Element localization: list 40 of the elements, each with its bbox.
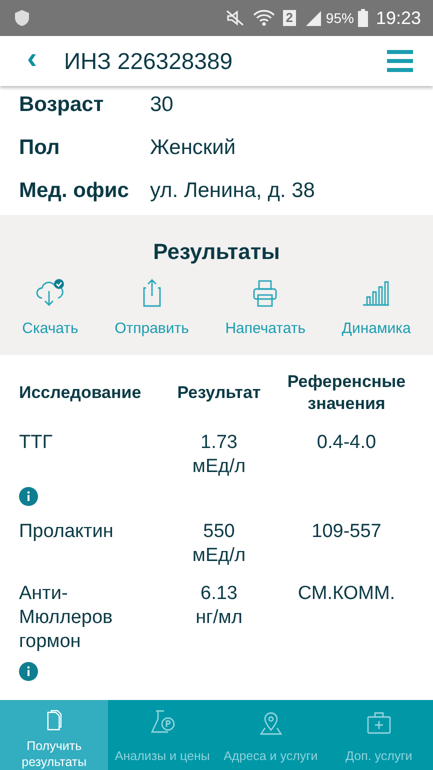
field-value: ул. Ленина, д. 38 (150, 178, 315, 204)
action-button[interactable]: Отправить (114, 278, 189, 340)
table-cell-text: 6.13 нг/мл (194, 582, 244, 630)
nav-tab[interactable]: Анализы и цены (108, 700, 216, 770)
clock: 19:23 (376, 6, 421, 30)
wifi-icon (252, 9, 275, 27)
battery-icon (358, 9, 368, 27)
page-title: ИНЗ 226328389 (64, 46, 233, 76)
column-header: Результат (176, 382, 262, 404)
table-cell-text: Пролактин (19, 520, 114, 544)
mute-icon (224, 10, 245, 26)
action-button[interactable]: Напечатать (225, 278, 306, 340)
shield-icon (12, 8, 32, 28)
info-icon[interactable] (19, 662, 38, 681)
back-button[interactable]: ‹ (20, 44, 44, 74)
nav-tab[interactable]: Доп. услуги (324, 700, 433, 770)
field-value: Женский (150, 134, 236, 161)
action-button[interactable]: Динамика (342, 278, 411, 340)
section-title: Результаты (153, 238, 280, 266)
table-cell-text: Анти-Мюллеров гормон (19, 582, 114, 654)
nav-tab[interactable]: Получить результаты (0, 700, 108, 770)
signal-icon (304, 10, 322, 26)
table-cell-text: 550 мЕд/л (191, 520, 247, 568)
action-button[interactable]: Скачать (22, 278, 78, 340)
column-header: Референсные значения (286, 371, 407, 415)
table-cell-text: СМ.КОММ. (296, 582, 396, 606)
table-cell-text: ТТГ (19, 431, 54, 455)
table-cell-text: 1.73 мЕд/л (191, 431, 247, 479)
field-value: 30 (150, 92, 174, 118)
nav-tab[interactable]: Адреса и услуги (216, 700, 325, 770)
info-icon[interactable] (19, 487, 38, 506)
sim-badge: 2 (282, 10, 296, 26)
table-cell-text: 109-557 (310, 520, 382, 544)
battery-percent: 95% (326, 8, 354, 28)
field-label: Возраст (19, 92, 105, 118)
table-cell-text: 0.4-4.0 (316, 431, 378, 455)
field-label: Мед. офис (19, 178, 130, 204)
menu-button[interactable] (387, 50, 413, 72)
column-header: Исследование (19, 382, 142, 404)
field-label: Пол (19, 134, 61, 161)
